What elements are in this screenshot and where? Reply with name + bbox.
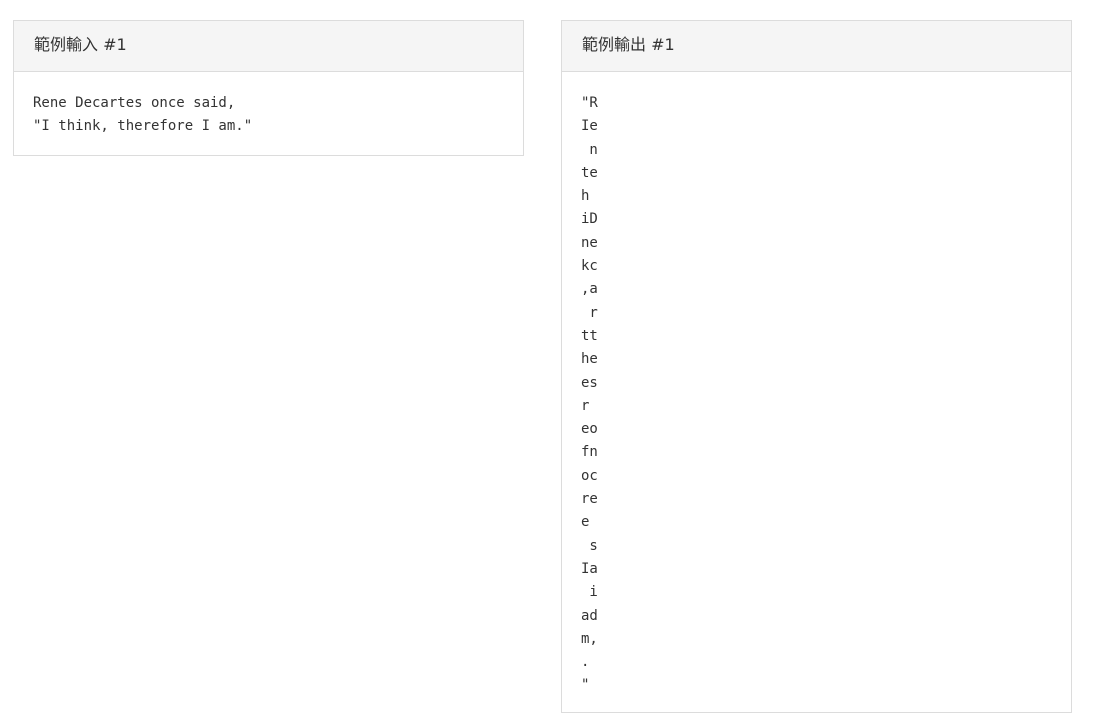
sample-input-content: Rene Decartes once said, "I think, there… xyxy=(33,95,253,135)
sample-output-body: "R Ie n te h iD ne kc ,a r tt he es r eo… xyxy=(562,72,1071,698)
sample-output-content: "R Ie n te h iD ne kc ,a r tt he es r eo… xyxy=(581,95,598,694)
sample-input-panel: 範例輸入 #1 Rene Decartes once said, "I thin… xyxy=(13,20,524,156)
sample-output-panel: 範例輸出 #1 "R Ie n te h iD ne kc ,a r tt he… xyxy=(561,20,1072,713)
sample-input-body: Rene Decartes once said, "I think, there… xyxy=(14,72,523,139)
sample-input-title: 範例輸入 #1 xyxy=(14,21,523,72)
sample-output-title: 範例輸出 #1 xyxy=(562,21,1071,72)
